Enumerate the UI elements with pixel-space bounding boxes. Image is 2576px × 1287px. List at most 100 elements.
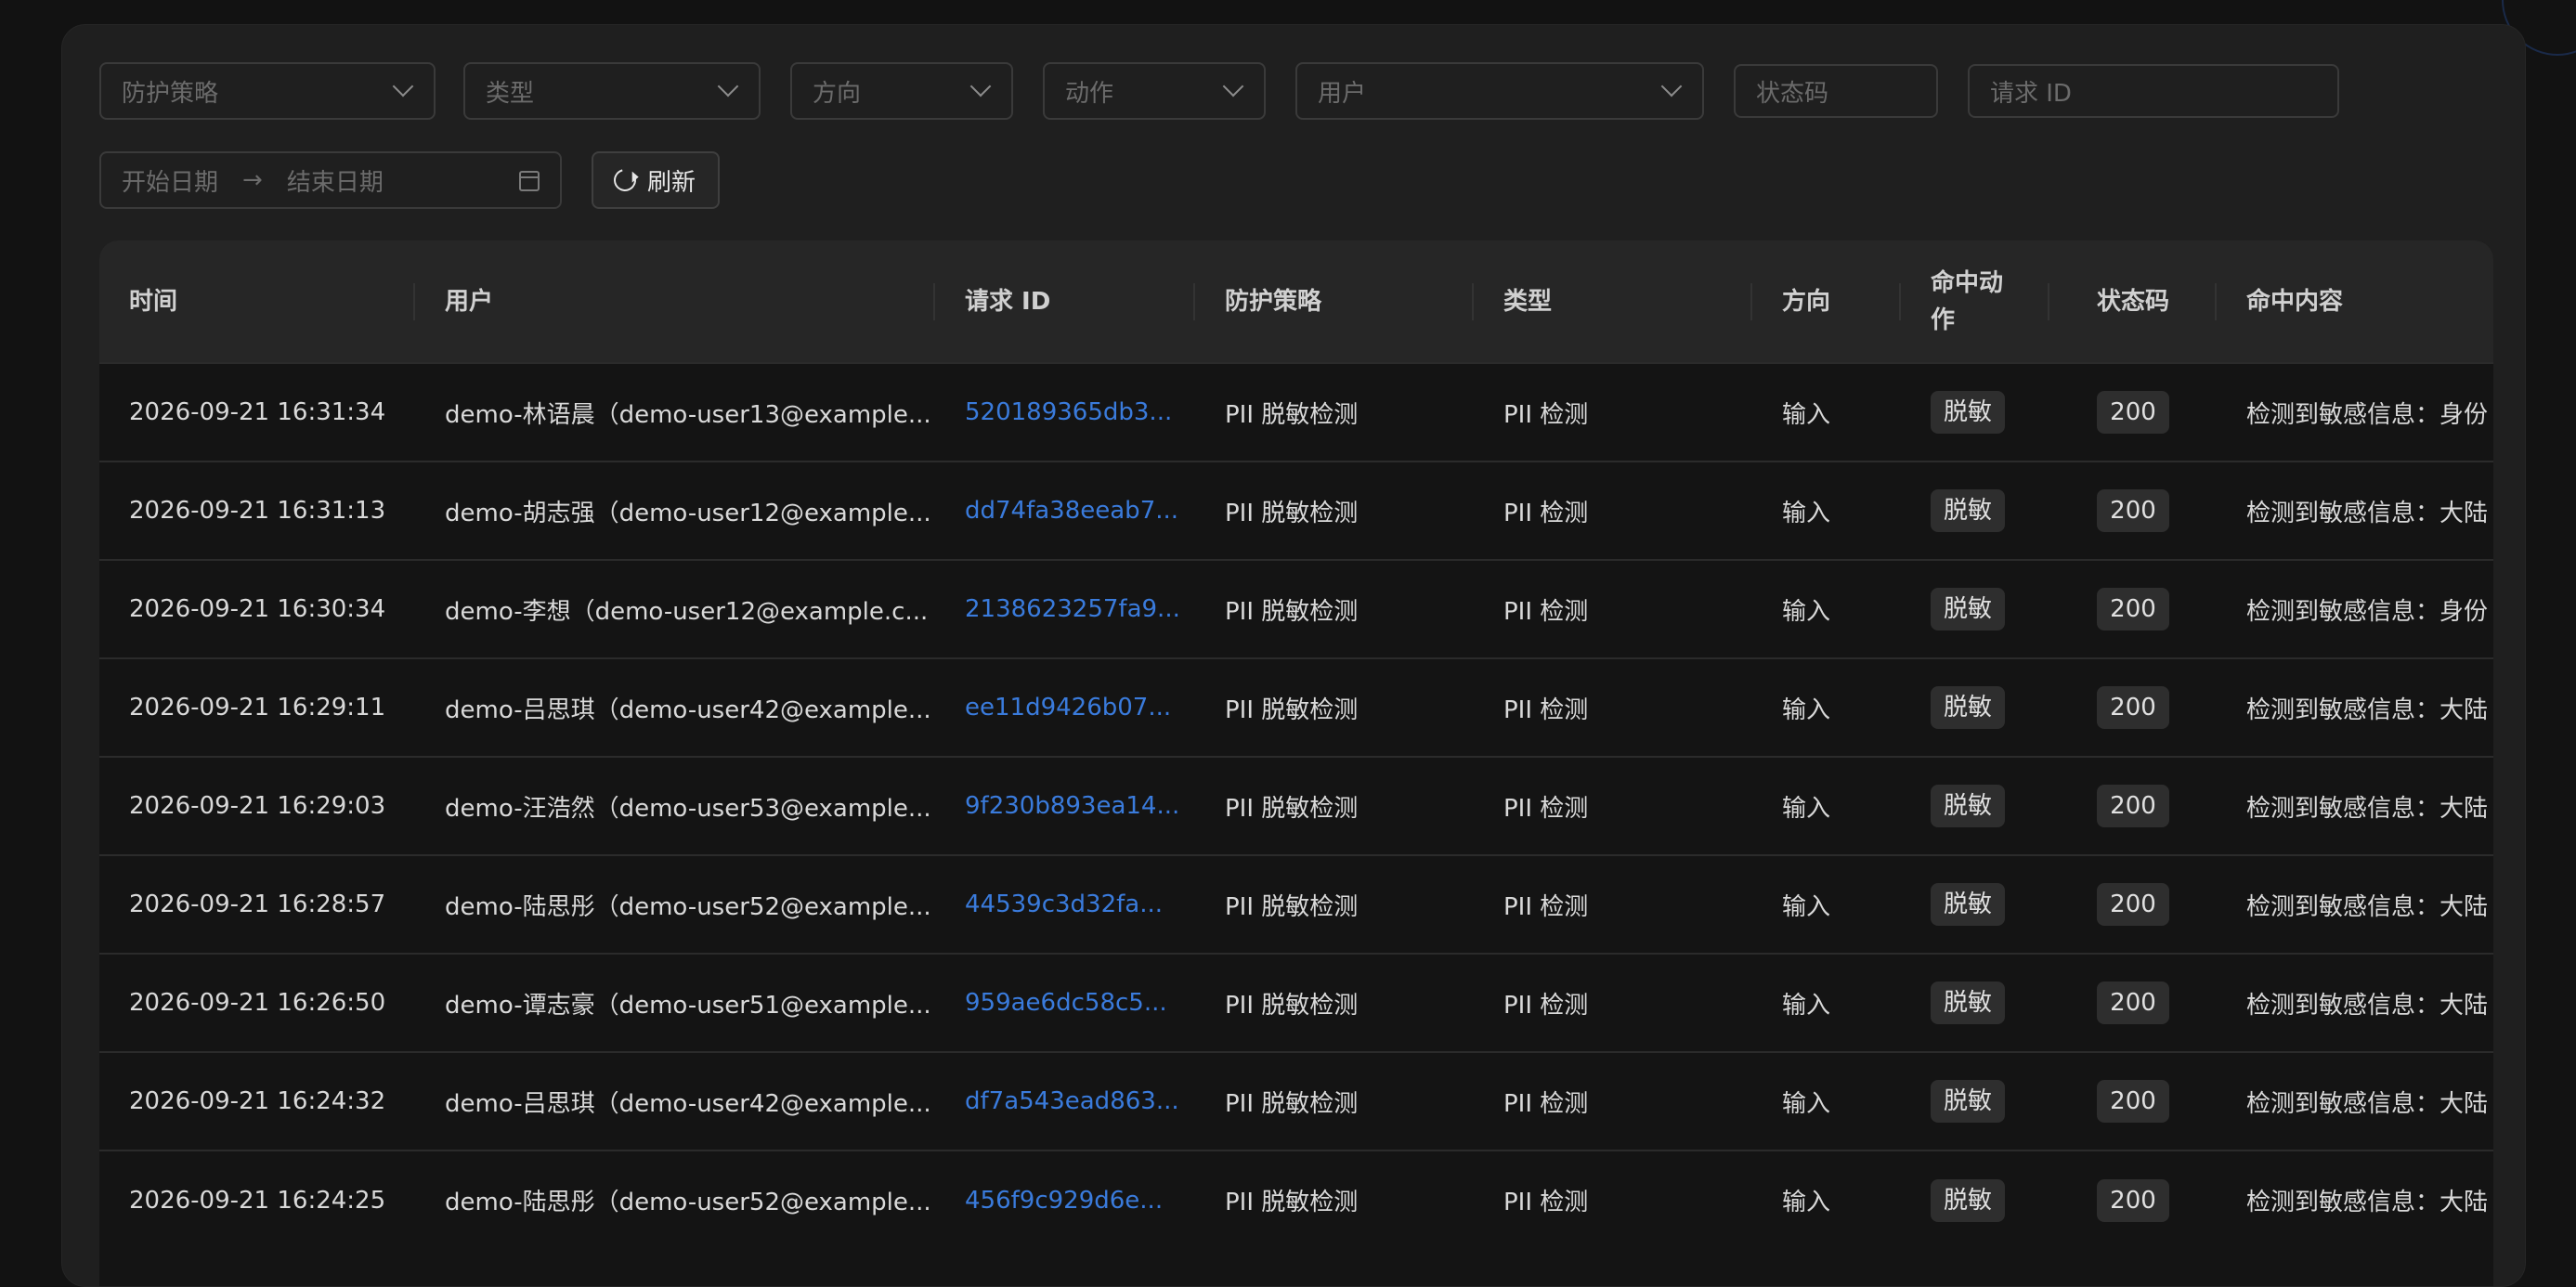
cell-status-code-tag: 200 bbox=[2097, 686, 2169, 729]
chevron-down-icon bbox=[393, 81, 413, 101]
col-header-time[interactable]: 时间 bbox=[99, 240, 415, 363]
cell-request-id[interactable]: df7a543ead863... bbox=[935, 1052, 1195, 1150]
table-row[interactable]: 2026-09-21 16:24:32 demo-吕思琪（demo-user42@… bbox=[99, 1052, 2493, 1150]
col-header-label: 命中内容 bbox=[2246, 287, 2344, 316]
col-header-content[interactable]: 命中内容 bbox=[2217, 240, 2493, 363]
cell-action: 脱敏 bbox=[1901, 462, 2049, 560]
table-row[interactable]: 2026-09-21 16:28:57 demo-陆思彤（demo-user52@… bbox=[99, 855, 2493, 954]
table-header-row: 时间 用户 请求 ID 防护策略 类型 方向 命中动作 状态码 命中内容 bbox=[99, 240, 2493, 363]
cell-user: demo-林语晨（demo-user13@example... bbox=[445, 400, 931, 429]
cell-type: PII 检测 bbox=[1503, 499, 1589, 527]
col-header-label: 方向 bbox=[1782, 287, 1831, 316]
date-range-picker[interactable]: 开始日期 → 结束日期 bbox=[99, 151, 562, 209]
table-row[interactable]: 2026-09-21 16:29:03 demo-汪浩然（demo-user53@… bbox=[99, 757, 2493, 855]
cell-action-tag: 脱敏 bbox=[1931, 391, 2006, 434]
cell-content: 检测到敏感信息：大陆 bbox=[2246, 892, 2489, 921]
cell-request-id[interactable]: 520189365db3... bbox=[935, 363, 1195, 462]
cell-request-id[interactable]: dd74fa38eeab7... bbox=[935, 462, 1195, 560]
col-header-status-code[interactable]: 状态码 bbox=[2049, 240, 2217, 363]
cell-action-tag: 脱敏 bbox=[1931, 883, 2006, 926]
cell-type: PII 检测 bbox=[1503, 892, 1589, 921]
cell-status-code-tag: 200 bbox=[2097, 982, 2169, 1024]
policy-select[interactable]: 防护策略 bbox=[99, 62, 436, 120]
cell-direction: 输入 bbox=[1782, 1089, 1831, 1118]
cell-time: 2026-09-21 16:31:13 bbox=[129, 497, 386, 525]
cell-request-id[interactable]: ee11d9426b07... bbox=[935, 658, 1195, 757]
cell-type: PII 检测 bbox=[1503, 1189, 1589, 1216]
audit-log-panel: 防护策略 类型 方向 动作 用户 状态码 请求 ID 开始日期 → 结束日期 刷… bbox=[61, 24, 2526, 1287]
cell-request-id[interactable]: 959ae6dc58c5... bbox=[935, 954, 1195, 1052]
table-row[interactable]: 2026-09-21 16:29:11 demo-吕思琪（demo-user42@… bbox=[99, 658, 2493, 757]
cell-status-code-tag: 200 bbox=[2097, 391, 2169, 434]
cell-content: 检测到敏感信息：大陆 bbox=[2246, 794, 2489, 823]
cell-action: 脱敏 bbox=[1901, 855, 2049, 954]
chevron-down-icon bbox=[1223, 81, 1243, 101]
cell-type: PII 检测 bbox=[1503, 1089, 1589, 1118]
cell-status-code-tag: 200 bbox=[2097, 883, 2169, 926]
col-header-label: 请求 ID bbox=[965, 287, 1051, 316]
action-select[interactable]: 动作 bbox=[1043, 62, 1266, 120]
cell-direction: 输入 bbox=[1782, 794, 1831, 823]
table-row[interactable]: 2026-09-21 16:31:34 demo-林语晨（demo-user13@… bbox=[99, 363, 2493, 462]
cell-action-tag: 脱敏 bbox=[1931, 588, 2006, 630]
cell-request-id[interactable]: 9f230b893ea14... bbox=[935, 757, 1195, 855]
cell-content: 检测到敏感信息：身份 bbox=[2246, 597, 2489, 626]
cell-user: demo-吕思琪（demo-user42@example... bbox=[445, 1089, 931, 1118]
type-select[interactable]: 类型 bbox=[463, 62, 761, 120]
filter-bar: 防护策略 类型 方向 动作 用户 状态码 请求 ID 开始日期 → 结束日期 刷… bbox=[62, 25, 2525, 239]
cell-status-code-tag: 200 bbox=[2097, 489, 2169, 532]
cell-action: 脱敏 bbox=[1901, 1150, 2049, 1249]
cell-policy: PII 脱敏检测 bbox=[1225, 597, 1359, 626]
status-code-placeholder: 状态码 bbox=[1756, 79, 1829, 108]
user-select-placeholder: 用户 bbox=[1318, 79, 1367, 108]
col-header-user[interactable]: 用户 bbox=[415, 240, 935, 363]
cell-type: PII 检测 bbox=[1503, 400, 1589, 429]
cell-status-code-tag: 200 bbox=[2097, 785, 2169, 827]
cell-status-code: 200 bbox=[2049, 560, 2217, 658]
cell-user: demo-陆思彤（demo-user52@example... bbox=[445, 1189, 931, 1216]
cell-request-id[interactable]: 2138623257fa9... bbox=[935, 560, 1195, 658]
refresh-button-label: 刷新 bbox=[647, 168, 696, 197]
cell-time: 2026-09-21 16:29:11 bbox=[129, 694, 386, 722]
user-select[interactable]: 用户 bbox=[1295, 62, 1704, 120]
request-id-placeholder: 请求 ID bbox=[1990, 79, 2072, 108]
cell-type: PII 检测 bbox=[1503, 597, 1589, 626]
table-row[interactable]: 2026-09-21 16:26:50 demo-谭志豪（demo-user51@… bbox=[99, 954, 2493, 1052]
cell-status-code: 200 bbox=[2049, 954, 2217, 1052]
cell-user: demo-谭志豪（demo-user51@example... bbox=[445, 991, 931, 1020]
cell-time: 2026-09-21 16:26:50 bbox=[129, 989, 386, 1017]
log-table: 时间 用户 请求 ID 防护策略 类型 方向 命中动作 状态码 命中内容 202… bbox=[99, 240, 2493, 1286]
cell-status-code: 200 bbox=[2049, 1150, 2217, 1249]
cell-action-tag: 脱敏 bbox=[1931, 785, 2006, 827]
table-row[interactable]: 2026-09-21 16:31:13 demo-胡志强（demo-user12@… bbox=[99, 462, 2493, 560]
table-row[interactable]: 2026-09-21 16:24:25 demo-陆思彤（demo-user52@… bbox=[99, 1150, 2493, 1249]
cell-status-code: 200 bbox=[2049, 363, 2217, 462]
policy-select-placeholder: 防护策略 bbox=[122, 79, 219, 108]
cell-user: demo-汪浩然（demo-user53@example... bbox=[445, 794, 931, 823]
cell-action: 脱敏 bbox=[1901, 363, 2049, 462]
cell-policy: PII 脱敏检测 bbox=[1225, 892, 1359, 921]
cell-content: 检测到敏感信息：大陆 bbox=[2246, 499, 2489, 527]
col-header-request-id[interactable]: 请求 ID bbox=[935, 240, 1195, 363]
chevron-down-icon bbox=[970, 81, 991, 101]
table-row[interactable]: 2026-09-21 16:30:34 demo-李想（demo-user12@e… bbox=[99, 560, 2493, 658]
cell-status-code: 200 bbox=[2049, 658, 2217, 757]
col-header-direction[interactable]: 方向 bbox=[1752, 240, 1901, 363]
col-header-policy[interactable]: 防护策略 bbox=[1195, 240, 1474, 363]
type-select-placeholder: 类型 bbox=[486, 79, 535, 108]
cell-status-code: 200 bbox=[2049, 855, 2217, 954]
request-id-input[interactable]: 请求 ID bbox=[1968, 64, 2339, 118]
col-header-label: 防护策略 bbox=[1225, 287, 1322, 316]
col-header-label: 类型 bbox=[1503, 287, 1553, 316]
cell-request-id[interactable]: 456f9c929d6e... bbox=[935, 1150, 1195, 1249]
start-date-placeholder[interactable]: 开始日期 bbox=[122, 163, 218, 198]
direction-select[interactable]: 方向 bbox=[790, 62, 1013, 120]
col-header-type[interactable]: 类型 bbox=[1474, 240, 1752, 363]
col-header-action[interactable]: 命中动作 bbox=[1901, 240, 2049, 363]
end-date-placeholder[interactable]: 结束日期 bbox=[287, 163, 384, 198]
cell-request-id[interactable]: 44539c3d32fa... bbox=[935, 855, 1195, 954]
cell-direction: 输入 bbox=[1782, 400, 1831, 429]
status-code-input[interactable]: 状态码 bbox=[1734, 64, 1938, 118]
refresh-button[interactable]: 刷新 bbox=[592, 151, 720, 209]
cell-policy: PII 脱敏检测 bbox=[1225, 1189, 1359, 1216]
